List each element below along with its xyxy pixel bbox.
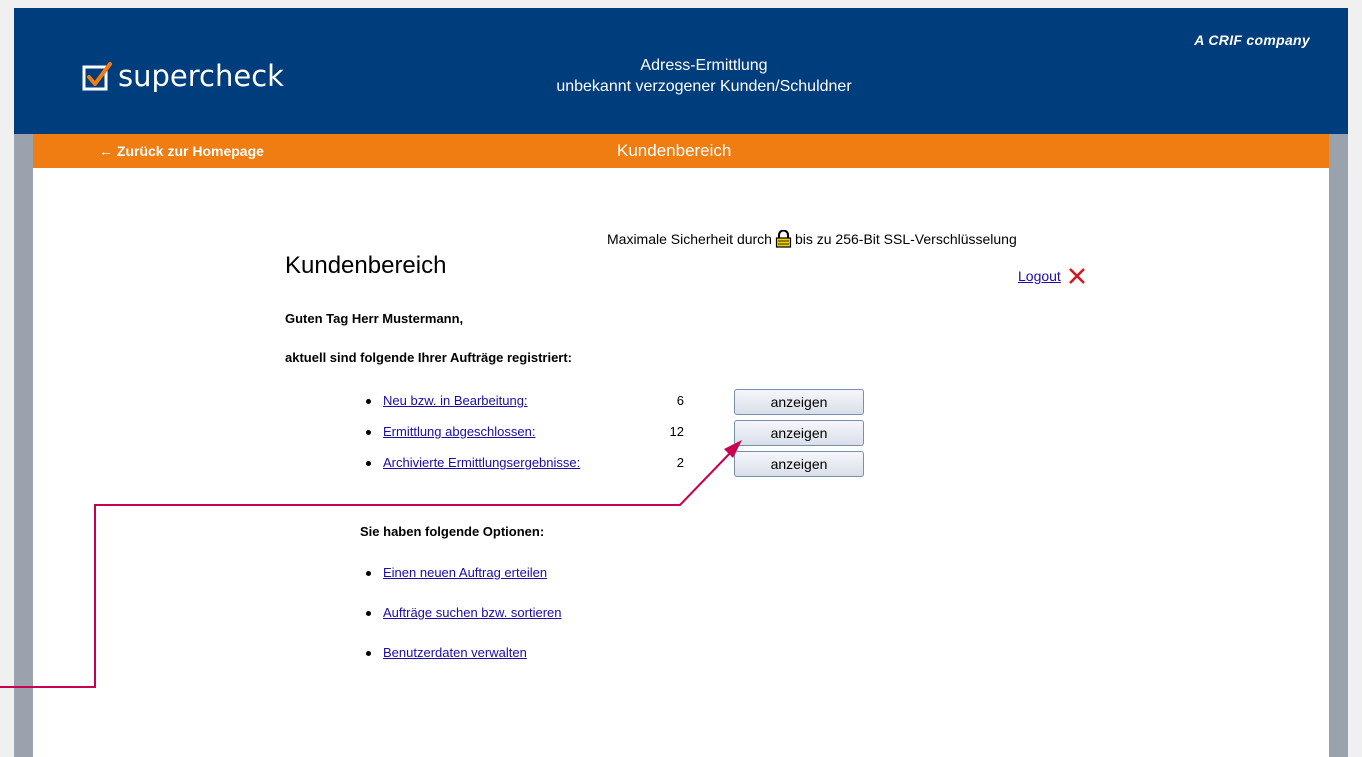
greeting-text: Guten Tag Herr Mustermann, bbox=[285, 311, 464, 326]
bullet-icon bbox=[366, 651, 371, 656]
bullet-icon bbox=[366, 571, 371, 576]
site-header: supercheck Adress-Ermittlung unbekannt v… bbox=[14, 8, 1348, 134]
order-row-archived: Archivierte Ermittlungsergebnisse: 2 anz… bbox=[366, 451, 886, 483]
logo-text: supercheck bbox=[118, 59, 284, 93]
supercheck-logo[interactable]: supercheck bbox=[82, 56, 284, 96]
nav-bar: ← Zurück zur Homepage Kundenbereich bbox=[33, 134, 1329, 168]
new-order-link[interactable]: Einen neuen Auftrag erteilen bbox=[383, 565, 547, 580]
bullet-icon bbox=[366, 461, 371, 466]
order-link-archived[interactable]: Archivierte Ermittlungsergebnisse: bbox=[383, 455, 580, 470]
header-title-line2: unbekannt verzogener Kunden/Schuldner bbox=[556, 78, 852, 95]
lock-icon bbox=[775, 229, 792, 248]
order-row-completed: Ermittlung abgeschlossen: 12 anzeigen bbox=[366, 420, 886, 452]
order-count-new: 6 bbox=[676, 393, 684, 408]
option-item: Benutzerdaten verwalten bbox=[366, 642, 766, 682]
company-name: CRIF company bbox=[1208, 32, 1310, 48]
header-title-line1: Adress-Ermittlung bbox=[640, 57, 768, 74]
close-icon[interactable] bbox=[1067, 266, 1087, 286]
back-to-homepage-link[interactable]: ← Zurück zur Homepage bbox=[99, 143, 264, 159]
order-count-completed: 12 bbox=[669, 424, 684, 439]
option-item: Einen neuen Auftrag erteilen bbox=[366, 562, 766, 602]
checkbox-logo-icon bbox=[82, 61, 112, 91]
security-text-after: bis zu 256-Bit SSL-Verschlüsselung bbox=[794, 231, 1017, 247]
crif-company-logo: A CRIF company bbox=[1194, 32, 1310, 48]
order-link-new[interactable]: Neu bzw. in Bearbeitung: bbox=[383, 393, 528, 408]
show-completed-orders-button[interactable]: anzeigen bbox=[734, 420, 864, 446]
security-text-before: Maximale Sicherheit durch bbox=[607, 231, 772, 247]
options-heading: Sie haben folgende Optionen: bbox=[360, 524, 545, 539]
order-row-new: Neu bzw. in Bearbeitung: 6 anzeigen bbox=[366, 389, 886, 421]
page-heading: Kundenbereich bbox=[285, 252, 447, 279]
show-new-orders-button[interactable]: anzeigen bbox=[734, 389, 864, 415]
nav-bar-title: Kundenbereich bbox=[617, 141, 732, 160]
order-count-archived: 2 bbox=[676, 455, 684, 470]
bullet-icon bbox=[366, 430, 371, 435]
bullet-icon bbox=[366, 611, 371, 616]
logout-control[interactable]: Logout bbox=[1018, 266, 1087, 286]
orders-list: Neu bzw. in Bearbeitung: 6 anzeigen Ermi… bbox=[366, 389, 886, 483]
show-archived-orders-button[interactable]: anzeigen bbox=[734, 451, 864, 477]
logout-link[interactable]: Logout bbox=[1018, 268, 1061, 284]
options-list: Einen neuen Auftrag erteilen Aufträge su… bbox=[366, 562, 766, 682]
registered-orders-text: aktuell sind folgende Ihrer Aufträge reg… bbox=[285, 350, 573, 365]
search-orders-link[interactable]: Aufträge suchen bzw. sortieren bbox=[383, 605, 562, 620]
manage-user-data-link[interactable]: Benutzerdaten verwalten bbox=[383, 645, 527, 660]
bullet-icon bbox=[366, 399, 371, 404]
security-notice: Maximale Sicherheit durch bis zu 256-Bit… bbox=[607, 229, 1017, 248]
header-title: Adress-Ermittlung unbekannt verzogener K… bbox=[474, 55, 934, 97]
order-link-completed[interactable]: Ermittlung abgeschlossen: bbox=[383, 424, 535, 439]
company-prefix: A bbox=[1194, 32, 1209, 48]
option-item: Aufträge suchen bzw. sortieren bbox=[366, 602, 766, 642]
